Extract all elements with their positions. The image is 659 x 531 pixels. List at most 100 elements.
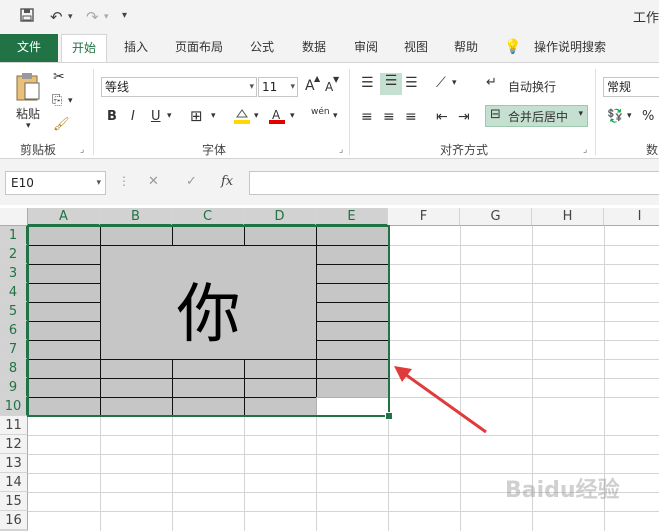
border-icon[interactable]: ⊞	[190, 107, 203, 125]
more-options-icon[interactable]: ⋮	[118, 174, 130, 188]
phonetic-guide-button[interactable]: wén	[311, 107, 330, 117]
gridline	[28, 511, 659, 512]
name-box[interactable]: E10 ▾	[5, 171, 106, 195]
tab-formulas[interactable]: 公式	[240, 34, 284, 62]
orientation-icon[interactable]: ⟋	[436, 75, 446, 91]
row-header-11[interactable]: 11	[0, 416, 28, 435]
copy-dropdown-icon[interactable]: ▾	[68, 96, 73, 106]
redo-dropdown-icon[interactable]: ▾	[104, 12, 109, 22]
tab-insert[interactable]: 插入	[114, 34, 158, 62]
tab-page-layout[interactable]: 页面布局	[166, 34, 232, 62]
font-color-dropdown-icon[interactable]: ▾	[290, 111, 295, 121]
font-color-icon[interactable]: A	[268, 107, 286, 129]
tab-view[interactable]: 视图	[394, 34, 438, 62]
cut-icon[interactable]: ✂	[53, 69, 65, 85]
decrease-indent-icon[interactable]: ⇤	[436, 109, 448, 125]
font-size-combo[interactable]: 11 ▾	[258, 77, 298, 97]
fill-color-dropdown-icon[interactable]: ▾	[254, 111, 259, 121]
save-icon[interactable]	[20, 8, 34, 26]
clipboard-launcher-icon[interactable]: ⌟	[80, 145, 84, 155]
lightbulb-icon[interactable]: 💡	[503, 34, 523, 62]
underline-dropdown-icon[interactable]: ▾	[167, 111, 172, 121]
row-header-16[interactable]: 16	[0, 511, 28, 530]
tab-home[interactable]: 开始	[61, 34, 107, 62]
customize-icon[interactable]: ▾	[122, 10, 127, 21]
worksheet-grid[interactable]: A B C D E F G H I 1 2 3 4 5 6 7 8 9 10 1…	[0, 205, 659, 531]
formula-input[interactable]	[249, 171, 659, 195]
font-launcher-icon[interactable]: ⌟	[339, 145, 343, 155]
align-middle-icon[interactable]: ☰	[380, 73, 402, 95]
copy-icon[interactable]: ⎘	[52, 93, 62, 108]
tell-me-search[interactable]: 操作说明搜索	[530, 34, 610, 62]
align-left-icon[interactable]: ≡	[361, 109, 373, 125]
column-header-e[interactable]: E	[316, 208, 388, 226]
row-header-3[interactable]: 3	[0, 264, 28, 283]
border-dropdown-icon[interactable]: ▾	[211, 111, 216, 121]
underline-button[interactable]: U	[151, 109, 161, 124]
paste-dropdown-icon[interactable]: ▾	[26, 121, 31, 131]
increase-indent-icon[interactable]: ⇥	[458, 109, 470, 125]
column-header-d[interactable]: D	[244, 208, 316, 226]
row-header-8[interactable]: 8	[0, 359, 28, 378]
chevron-down-icon[interactable]: ▾	[249, 78, 254, 96]
fill-color-icon[interactable]	[233, 107, 251, 129]
phonetic-dropdown-icon[interactable]: ▾	[333, 111, 338, 121]
align-right-icon[interactable]: ≡	[405, 109, 417, 125]
column-header-g[interactable]: G	[460, 208, 532, 226]
row-header-12[interactable]: 12	[0, 435, 28, 454]
column-header-c[interactable]: C	[172, 208, 244, 226]
insert-function-button[interactable]: fx	[221, 174, 233, 189]
format-painter-icon[interactable]: 🖌	[53, 117, 70, 132]
merge-dropdown-icon[interactable]: ▾	[578, 109, 583, 119]
shrink-font-button[interactable]: A	[325, 80, 333, 94]
percent-button[interactable]: %	[642, 109, 654, 124]
chevron-down-icon[interactable]: ▾	[290, 78, 295, 96]
column-header-h[interactable]: H	[532, 208, 604, 226]
tab-file[interactable]: 文件	[0, 34, 58, 62]
paste-label[interactable]: 粘贴	[16, 105, 40, 122]
tab-data[interactable]: 数据	[292, 34, 336, 62]
italic-button[interactable]: I	[131, 109, 135, 124]
watermark: Baidu经验	[505, 478, 620, 503]
align-bottom-icon[interactable]: ☰	[405, 75, 418, 91]
row-header-5[interactable]: 5	[0, 302, 28, 321]
alignment-launcher-icon[interactable]: ⌟	[583, 145, 587, 155]
row-header-9[interactable]: 9	[0, 378, 28, 397]
tab-review[interactable]: 审阅	[344, 34, 388, 62]
merge-center-button[interactable]: ⊟ 合并后居中 ▾	[485, 105, 588, 127]
wrap-text-icon[interactable]: ↵	[486, 75, 497, 90]
number-format-combo[interactable]: 常规	[603, 77, 659, 97]
redo-icon[interactable]: ↷	[86, 8, 99, 26]
row-header-6[interactable]: 6	[0, 321, 28, 340]
row-header-10[interactable]: 10	[0, 397, 28, 416]
row-header-4[interactable]: 4	[0, 283, 28, 302]
row-header-2[interactable]: 2	[0, 245, 28, 264]
align-top-icon[interactable]: ☰	[361, 75, 374, 91]
font-name-combo[interactable]: 等线 ▾	[101, 77, 257, 97]
orientation-dropdown-icon[interactable]: ▾	[452, 78, 457, 88]
column-header-i[interactable]: I	[604, 208, 659, 226]
select-all-corner[interactable]	[0, 208, 28, 226]
align-center-icon[interactable]: ≡	[383, 109, 395, 125]
accounting-format-icon[interactable]: 💱	[607, 109, 623, 124]
row-header-15[interactable]: 15	[0, 492, 28, 511]
column-header-f[interactable]: F	[388, 208, 460, 226]
cancel-icon[interactable]: ✕	[148, 174, 159, 189]
paste-icon[interactable]	[14, 71, 42, 105]
row-header-1[interactable]: 1	[0, 226, 28, 245]
formula-bar: E10 ▾ ⋮ ✕ ✓ fx	[0, 159, 659, 205]
wrap-text-button[interactable]: 自动换行	[508, 78, 556, 95]
accounting-dropdown-icon[interactable]: ▾	[627, 111, 632, 121]
gridline	[28, 435, 659, 436]
tab-help[interactable]: 帮助	[444, 34, 488, 62]
row-header-13[interactable]: 13	[0, 454, 28, 473]
column-header-a[interactable]: A	[28, 208, 100, 226]
chevron-down-icon[interactable]: ▾	[96, 172, 101, 194]
undo-dropdown-icon[interactable]: ▾	[68, 12, 73, 22]
bold-button[interactable]: B	[107, 109, 117, 124]
row-header-14[interactable]: 14	[0, 473, 28, 492]
enter-icon[interactable]: ✓	[186, 174, 197, 189]
row-header-7[interactable]: 7	[0, 340, 28, 359]
column-header-b[interactable]: B	[100, 208, 172, 226]
undo-icon[interactable]: ↶	[50, 8, 63, 26]
